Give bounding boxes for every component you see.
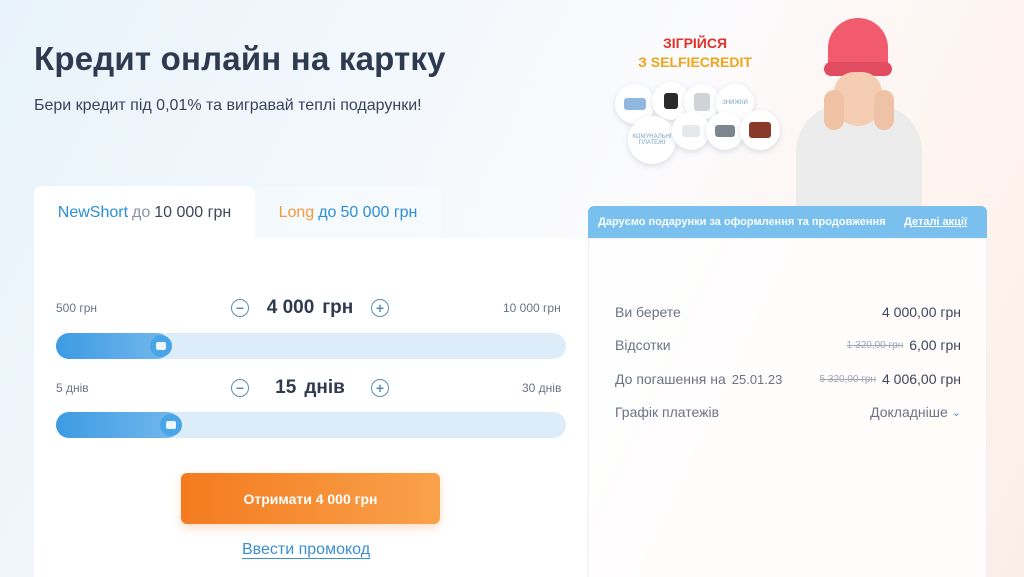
tab-long-name: Long [278,204,315,221]
promo-banner-text: Даруємо подарунки за оформлення та продо… [598,216,886,228]
gift-plaid-icon [706,112,744,150]
summary-label: Відсотки [615,337,671,353]
tab-newshort-upto: до [132,204,151,221]
amount-decrease-button[interactable]: − [231,299,249,317]
amount-number: 4 000 [266,297,315,318]
days-min-label: 5 днів [56,381,89,395]
tab-newshort-name: NewShort [57,204,129,221]
amount-min-label: 500 грн [56,301,98,315]
schedule-more-toggle[interactable]: Докладніше ⌄ [870,404,961,420]
amount-slider-track[interactable] [56,333,566,359]
amount-unit: грн [322,297,354,318]
amount-increase-button[interactable]: + [371,299,389,317]
summary-value: 4 006,00 грн [881,371,961,387]
promo-details-link[interactable]: Деталі акції [904,216,967,228]
summary-date: 25.01.23 [731,372,783,387]
card-icon [156,342,166,350]
summary-row-interest: Відсотки 1 320,00 грн 6,00 грн [615,337,961,353]
promo-girl-image [790,18,930,208]
summary-label: Графік платежів [615,404,720,420]
promo-line-1: ЗІГРІЙСЯ [662,35,728,51]
calendar-icon [166,421,176,429]
page-subtitle: Бери кредит під 0,01% та вигравай теплі … [34,97,422,114]
summary-label-group: До погашення на 25.01.23 [615,371,782,387]
tab-newshort[interactable]: NewShort до 10 000 грн [34,186,255,240]
amount-value: 4 000 грн [255,297,365,319]
days-slider-handle[interactable] [160,414,182,436]
summary-value: 4 000,00 грн [881,304,961,320]
tab-long[interactable]: Long до 50 000 грн [255,186,441,240]
days-max-label: 30 днів [522,381,562,395]
loan-calculator-card [34,238,587,577]
enter-promocode-link[interactable]: Ввести промокод [242,541,370,559]
gift-utilities-icon: КОМУНАЛЬНІ ПЛАТЕЖІ [628,116,676,164]
promo-heading: ЗІГРІЙСЯ З SELFIECREDIT [630,34,760,72]
summary-label: Ви берете [615,304,681,320]
days-slider-track[interactable] [56,412,566,438]
summary-value: 6,00 грн [909,337,961,353]
summary-row-repayment: До погашення на 25.01.23 5 320,00 грн 4 0… [615,371,961,387]
days-decrease-button[interactable]: − [231,379,249,397]
summary-label: До погашення на [615,371,726,387]
gift-box-icon [740,110,780,150]
summary-old-value: 5 320,00 грн [819,373,876,385]
gift-utilities-label: КОМУНАЛЬНІ ПЛАТЕЖІ [632,134,672,146]
days-value: 15 днів [255,377,365,399]
promo-line-2: З SELFIECREDIT [638,54,752,70]
gift-device-icon [672,112,710,150]
tab-long-upto: до [318,204,337,221]
amount-max-label: 10 000 грн [503,301,561,315]
days-number: 15 [275,377,297,398]
chevron-down-icon: ⌄ [951,406,961,419]
page-title: Кредит онлайн на картку [34,40,446,77]
amount-slider-handle[interactable] [150,335,172,357]
schedule-more-label: Докладніше [870,404,948,420]
get-loan-button[interactable]: Отримати 4 000 грн [181,473,440,524]
summary-old-value: 1 320,00 грн [846,339,904,351]
tab-long-amount: 50 000 грн [340,204,418,221]
tab-newshort-amount: 10 000 грн [154,204,232,221]
summary-row-amount: Ви берете 4 000,00 грн [615,304,961,320]
gift-discount-label: ЗНИЖКИ [722,100,748,106]
summary-row-schedule: Графік платежів Докладніше ⌄ [615,404,961,420]
promo-banner: Даруємо подарунки за оформлення та продо… [588,206,987,238]
days-increase-button[interactable]: + [371,379,389,397]
days-unit: днів [304,377,345,398]
